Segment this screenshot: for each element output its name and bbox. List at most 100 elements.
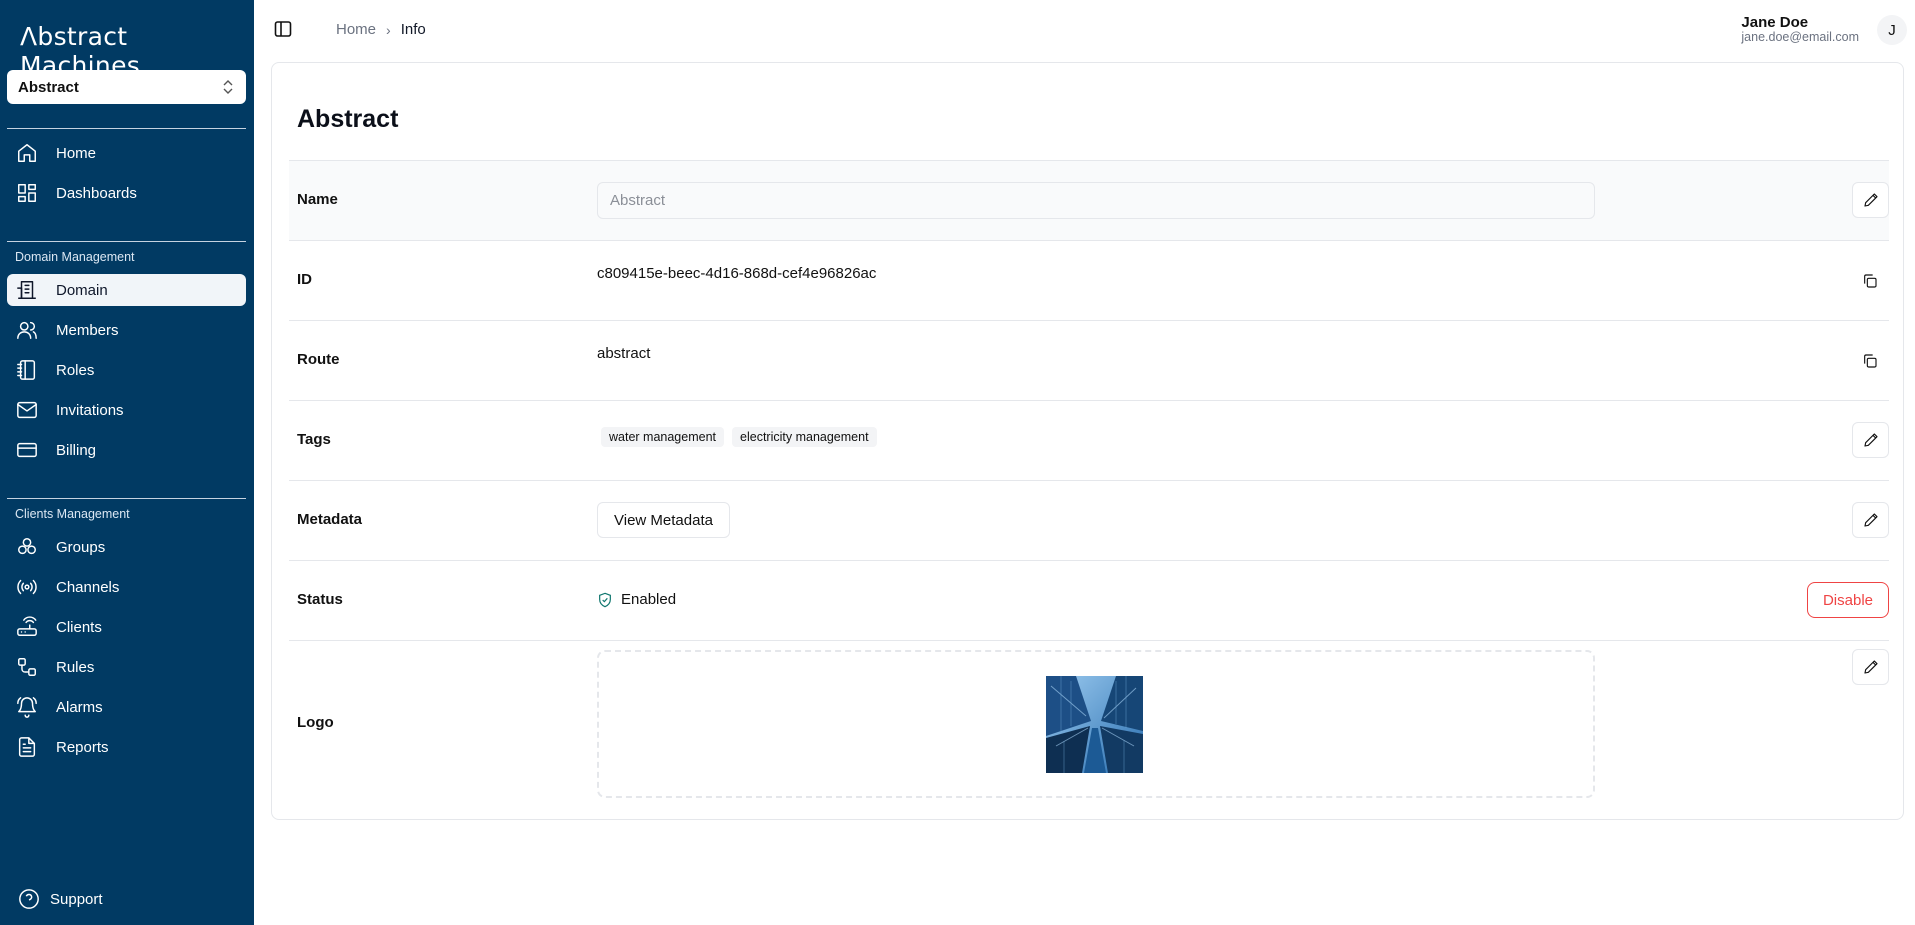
router-icon — [16, 616, 38, 638]
support-label: Support — [50, 890, 103, 908]
sidebar-toggle-icon[interactable] — [274, 20, 292, 38]
divider — [7, 128, 246, 129]
sidebar-item-billing[interactable]: Billing — [7, 434, 246, 466]
sidebar-item-label: Groups — [56, 538, 106, 556]
breadcrumb-current: Info — [400, 21, 426, 38]
sidebar-item-label: Alarms — [56, 698, 103, 716]
copy-icon — [1864, 274, 1877, 288]
divider — [7, 498, 246, 499]
sidebar-item-groups[interactable]: Groups — [7, 531, 246, 563]
sidebar-item-label: Roles — [56, 361, 95, 379]
sidebar-item-label: Dashboards — [56, 184, 137, 202]
pencil-icon — [1863, 513, 1878, 527]
sidebar-item-label: Channels — [56, 578, 120, 596]
sidebar-item-label: Clients — [56, 618, 102, 636]
page-title: Abstract — [297, 105, 399, 133]
disable-button[interactable]: Disable — [1806, 582, 1889, 618]
row-label: Name — [297, 191, 338, 208]
sidebar-item-label: Rules — [56, 658, 95, 676]
sidebar-item-label: Reports — [56, 738, 109, 756]
domain-info-card: Abstract Name Abstract ID c809415e-beec-… — [271, 62, 1904, 820]
sidebar-item-domain[interactable]: Domain — [7, 274, 246, 306]
logo-dropzone[interactable] — [597, 650, 1595, 798]
id-value: c809415e-beec-4d16-868d-cef4e96826ac — [597, 265, 877, 282]
section-label-domain: Domain Management — [15, 250, 135, 264]
domain-selector[interactable]: Abstract — [7, 70, 246, 104]
row-route: Route abstract — [289, 320, 1889, 400]
sidebar-item-label: Invitations — [56, 401, 124, 419]
status-badge: Enabled — [597, 591, 676, 608]
tags-list: water management electricity management — [601, 427, 885, 447]
mail-icon — [16, 399, 38, 421]
breadcrumb: Home › Info — [336, 21, 426, 38]
section-label-clients: Clients Management — [15, 507, 130, 521]
user-name: Jane Doe — [1741, 14, 1809, 31]
view-metadata-button[interactable]: View Metadata — [597, 502, 730, 538]
user-info[interactable]: Jane Doe jane.doe@email.com — [1741, 15, 1859, 44]
domain-selector-value: Abstract — [18, 78, 79, 96]
sidebar-item-clients[interactable]: Clients — [7, 611, 246, 643]
workflow-icon — [16, 656, 38, 678]
sidebar-item-reports[interactable]: Reports — [7, 731, 246, 763]
row-name: Name Abstract — [289, 160, 1889, 240]
sidebar-item-invitations[interactable]: Invitations — [7, 394, 246, 426]
pencil-icon — [1863, 660, 1878, 674]
copy-icon — [1864, 354, 1877, 368]
tag-badge: water management — [601, 427, 725, 447]
domain-logo-image — [1046, 676, 1143, 773]
edit-tags-button[interactable] — [1852, 422, 1889, 458]
row-id: ID c809415e-beec-4d16-868d-cef4e96826ac — [289, 240, 1889, 320]
chevron-right-icon: › — [386, 21, 391, 38]
tag-badge: electricity management — [732, 427, 877, 447]
users-icon — [16, 319, 38, 341]
row-logo: Logo — [289, 640, 1889, 805]
row-label: Route — [297, 351, 340, 368]
support-link[interactable]: Support — [18, 888, 103, 910]
building-icon — [16, 279, 38, 301]
name-input[interactable]: Abstract — [597, 182, 1595, 219]
sidebar-item-members[interactable]: Members — [7, 314, 246, 346]
route-value: abstract — [597, 345, 651, 362]
help-circle-icon — [19, 889, 39, 909]
sidebar-item-rules[interactable]: Rules — [7, 651, 246, 683]
dashboard-icon — [16, 182, 38, 204]
user-email: jane.doe@email.com — [1741, 30, 1859, 44]
row-label: Tags — [297, 431, 331, 448]
row-label: ID — [297, 271, 312, 288]
topbar: Home › Info Jane Doe jane.doe@email.com … — [254, 0, 1915, 58]
row-label: Status — [297, 591, 343, 608]
row-label: Metadata — [297, 511, 363, 528]
sidebar-item-label: Members — [56, 321, 119, 339]
sidebar-item-alarms[interactable]: Alarms — [7, 691, 246, 723]
copy-id-button[interactable] — [1859, 270, 1881, 292]
credit-card-icon — [16, 439, 38, 461]
divider — [7, 241, 246, 242]
shield-check-icon — [599, 592, 611, 607]
avatar[interactable]: J — [1877, 15, 1907, 45]
row-label: Logo — [297, 714, 334, 731]
copy-route-button[interactable] — [1859, 350, 1881, 372]
sidebar-item-home[interactable]: Home — [7, 137, 246, 169]
sidebar-item-channels[interactable]: Channels — [7, 571, 246, 603]
radio-icon — [16, 576, 38, 598]
sidebar-item-label: Home — [56, 144, 97, 162]
home-icon — [16, 142, 38, 164]
chevrons-up-down-icon — [223, 80, 233, 94]
sidebar-item-roles[interactable]: Roles — [7, 354, 246, 386]
groups-icon — [16, 536, 38, 558]
pencil-icon — [1863, 193, 1878, 207]
file-text-icon — [16, 736, 38, 758]
edit-logo-button[interactable] — [1852, 649, 1889, 685]
edit-name-button[interactable] — [1852, 182, 1889, 218]
row-tags: Tags water management electricity managem… — [289, 400, 1889, 480]
sidebar: Λbstract Ⅿachines Abstract Home Dashboar… — [0, 0, 254, 925]
sidebar-item-label: Domain — [56, 281, 108, 299]
breadcrumb-home[interactable]: Home — [336, 21, 376, 38]
row-metadata: Metadata View Metadata — [289, 480, 1889, 560]
sidebar-item-dashboards[interactable]: Dashboards — [7, 177, 246, 209]
bell-ring-icon — [16, 696, 38, 718]
sidebar-item-label: Billing — [56, 441, 97, 459]
status-text: Enabled — [621, 591, 677, 608]
edit-metadata-button[interactable] — [1852, 502, 1889, 538]
pencil-icon — [1863, 433, 1878, 447]
